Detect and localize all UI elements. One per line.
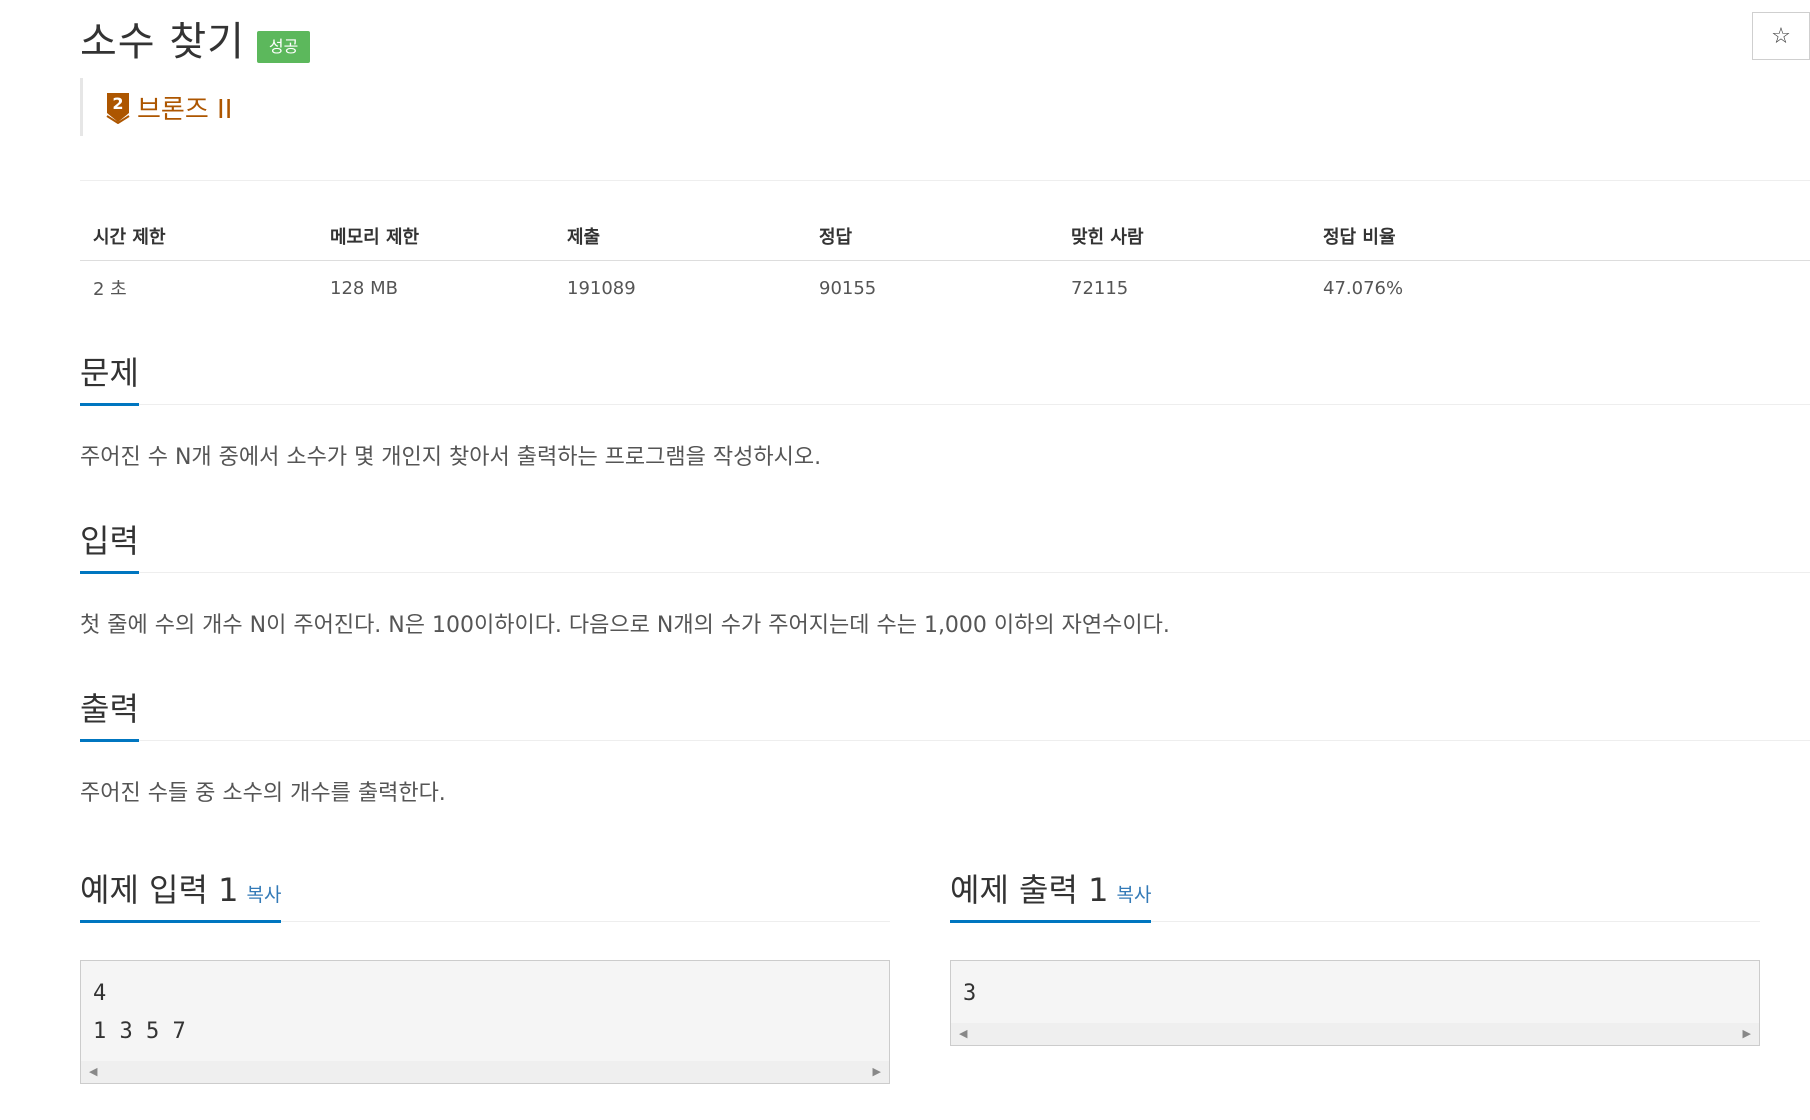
- header-memory-limit: 메모리 제한: [317, 212, 554, 261]
- sample-output-content: 3: [963, 981, 977, 1006]
- sample-header: 예제 출력 1 복사: [950, 857, 1760, 923]
- header-time-limit: 시간 제한: [80, 212, 317, 261]
- sample-output-section: 예제 출력 1 복사 3 ◀ ▶: [950, 857, 1760, 1046]
- bronze-tier-icon: 2: [106, 93, 130, 124]
- problem-section: 문제 주어진 수 N개 중에서 소수가 몇 개인지 찾아서 출력하는 프로그램을…: [80, 340, 1810, 473]
- scroll-left-icon[interactable]: ◀: [89, 1061, 97, 1083]
- problem-page: 소수 찾기 성공 ☆ 2 브론즈 II 시간 제한 메모리 제한 제출 정답 맞…: [80, 0, 1810, 1120]
- sample-output-title: 예제 출력 1: [950, 871, 1109, 909]
- horizontal-scrollbar[interactable]: ◀ ▶: [951, 1023, 1759, 1045]
- scroll-right-icon[interactable]: ▶: [1743, 1023, 1751, 1045]
- tier-number: 2: [112, 94, 123, 113]
- sample-input-section: 예제 입력 1 복사 4 1 3 5 7 ◀ ▶: [80, 857, 890, 1084]
- section-header: 문제: [80, 340, 1810, 406]
- sample-input-box: 4 1 3 5 7 ◀ ▶: [80, 960, 890, 1084]
- copy-sample-input-link[interactable]: 복사: [246, 884, 281, 906]
- problem-description: 주어진 수 N개 중에서 소수가 몇 개인지 찾아서 출력하는 프로그램을 작성…: [80, 445, 822, 470]
- input-heading: 입력: [80, 525, 139, 574]
- section-header: 입력: [80, 508, 1810, 574]
- output-description: 주어진 수들 중 소수의 개수를 출력한다.: [80, 781, 446, 806]
- copy-sample-output-link[interactable]: 복사: [1116, 884, 1151, 906]
- table-header-row: 시간 제한 메모리 제한 제출 정답 맞힌 사람 정답 비율: [80, 212, 1810, 261]
- sample-input-content: 4 1 3 5 7: [93, 981, 186, 1044]
- memory-limit-value: 128 MB: [330, 277, 398, 299]
- time-limit-value: 2 초: [93, 279, 127, 300]
- horizontal-scrollbar[interactable]: ◀ ▶: [81, 1061, 889, 1083]
- header-submissions: 제출: [554, 212, 806, 261]
- scroll-left-icon[interactable]: ◀: [959, 1023, 967, 1045]
- table-row: 2 초 128 MB 191089 90155 72115 47.076%: [80, 261, 1810, 316]
- header-solved-users: 맞힌 사람: [1058, 212, 1310, 261]
- header-accept-ratio: 정답 비율: [1310, 212, 1810, 261]
- solved-users-value: 72115: [1071, 277, 1129, 299]
- sample-output-box: 3 ◀ ▶: [950, 960, 1760, 1046]
- sample-header: 예제 입력 1 복사: [80, 857, 890, 923]
- tier-block: 2 브론즈 II: [80, 78, 232, 136]
- star-icon: ☆: [1771, 23, 1791, 49]
- favorite-button[interactable]: ☆: [1752, 12, 1810, 60]
- problem-info-table: 시간 제한 메모리 제한 제출 정답 맞힌 사람 정답 비율 2 초 128 M…: [80, 212, 1810, 315]
- accept-ratio-value: 47.076%: [1323, 277, 1404, 299]
- input-description: 첫 줄에 수의 개수 N이 주어진다. N은 100이하이다. 다음으로 N개의…: [80, 613, 1170, 638]
- problem-heading: 문제: [80, 357, 139, 406]
- title-row: 소수 찾기 성공: [80, 12, 311, 72]
- output-section: 출력 주어진 수들 중 소수의 개수를 출력한다.: [80, 676, 1810, 809]
- sample-input-title: 예제 입력 1: [80, 871, 239, 909]
- input-section: 입력 첫 줄에 수의 개수 N이 주어진다. N은 100이하이다. 다음으로 …: [80, 508, 1810, 641]
- output-heading: 출력: [80, 693, 139, 742]
- divider: [80, 180, 1810, 181]
- submissions-value: 191089: [567, 277, 636, 299]
- accepted-value: 90155: [819, 277, 877, 299]
- tier-label: 브론즈 II: [137, 94, 233, 125]
- sample-input-heading: 예제 입력 1 복사: [80, 871, 282, 923]
- section-header: 출력: [80, 676, 1810, 742]
- header-accepted: 정답: [806, 212, 1058, 261]
- sample-output-heading: 예제 출력 1 복사: [950, 871, 1152, 923]
- page-title: 소수 찾기: [80, 19, 245, 65]
- scroll-right-icon[interactable]: ▶: [873, 1061, 881, 1083]
- status-badge: 성공: [256, 31, 311, 63]
